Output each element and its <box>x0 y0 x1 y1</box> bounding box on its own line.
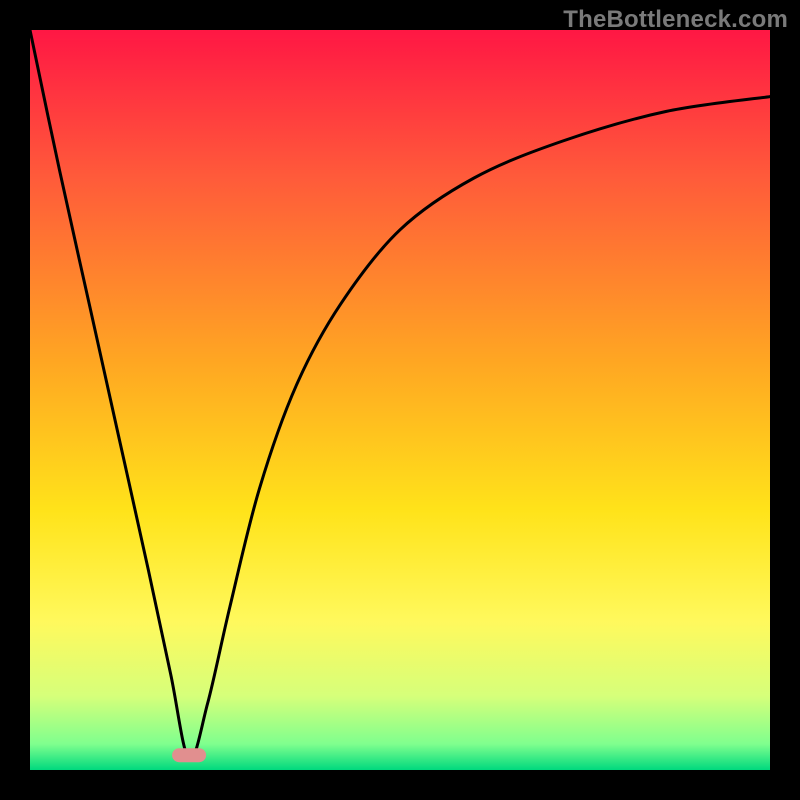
curve-layer <box>30 30 770 770</box>
watermark-text: TheBottleneck.com <box>563 6 788 34</box>
minimum-marker <box>172 748 206 762</box>
bottleneck-curve <box>30 30 770 759</box>
plot-area <box>30 30 770 770</box>
chart-frame: TheBottleneck.com <box>0 0 800 800</box>
